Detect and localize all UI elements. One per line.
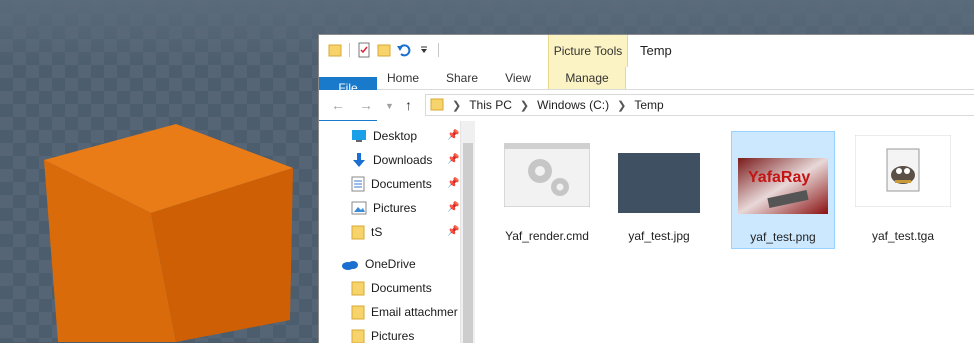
tab-manage[interactable]: Manage <box>548 67 626 89</box>
file-item-yaf-render-cmd[interactable]: Yaf_render.cmd <box>495 131 599 249</box>
sidebar-item-label: Documents <box>371 177 432 191</box>
back-arrow-icon[interactable]: ← <box>331 97 345 113</box>
scrollbar-thumb[interactable] <box>463 143 473 343</box>
downloads-icon <box>353 153 365 167</box>
chevron-right-icon[interactable]: ❯ <box>520 99 529 112</box>
file-list[interactable]: Yaf_render.cmd yaf_test.jpg YafaRay yaf_… <box>475 121 974 343</box>
toolbar-separator <box>438 43 439 57</box>
breadcrumb-windows-c[interactable]: Windows (C:) <box>537 98 609 112</box>
pin-icon[interactable]: 📌 <box>447 130 459 141</box>
documents-icon <box>351 176 365 192</box>
breadcrumb-temp[interactable]: Temp <box>634 98 663 112</box>
new-folder-icon[interactable] <box>376 41 392 59</box>
chevron-right-icon[interactable]: ❯ <box>452 99 461 112</box>
folder-icon <box>351 305 365 320</box>
navigation-pane: Desktop 📌 Downloads 📌 Documents 📌 Pictur… <box>319 121 460 343</box>
sidebar-item-onedrive[interactable]: OneDrive <box>341 253 416 275</box>
picture-tools-tab-group: Picture Tools <box>548 35 628 67</box>
sidebar-item-label: tS <box>371 225 383 239</box>
sidebar-item-onedrive-pictures[interactable]: Pictures <box>351 325 414 343</box>
breadcrumb-this-pc[interactable]: This PC <box>469 98 512 112</box>
pin-icon[interactable]: 📌 <box>447 202 459 213</box>
sidebar-item-email-attachments[interactable]: Email attachmer <box>351 301 458 323</box>
gimp-icon <box>855 135 951 207</box>
address-bar[interactable]: ❯ This PC ❯ Windows (C:) ❯ Temp <box>425 94 974 116</box>
chevron-right-icon[interactable]: ❯ <box>617 99 626 112</box>
sidebar-item-downloads[interactable]: Downloads <box>351 149 432 171</box>
folder-icon <box>430 97 444 114</box>
quick-access-toolbar <box>327 41 441 59</box>
pictures-icon <box>351 201 367 215</box>
file-name: Yaf_render.cmd <box>505 229 589 243</box>
tab-view[interactable]: View <box>493 67 543 89</box>
window-title: Temp <box>640 43 672 58</box>
sidebar-item-onedrive-documents[interactable]: Documents <box>351 277 432 299</box>
ribbon-tabs: File Home Share View Manage <box>319 67 974 195</box>
toolbar-separator <box>349 43 350 57</box>
orange-cube[interactable] <box>0 0 320 342</box>
sidebar-item-label: Documents <box>371 281 432 295</box>
desktop-icon <box>352 130 366 142</box>
address-row: ← → ▼ ↑ ❯ This PC ❯ Windows (C:) ❯ Temp <box>319 90 974 120</box>
sidebar-item-label: Pictures <box>371 329 415 343</box>
pin-icon[interactable]: 📌 <box>447 178 459 189</box>
png-thumbnail-image: YafaRay <box>738 158 828 214</box>
folder-icon <box>351 281 365 296</box>
pin-icon[interactable]: 📌 <box>447 154 459 165</box>
pin-icon[interactable]: 📌 <box>447 226 459 237</box>
file-item-yaf-test-tga[interactable]: yaf_test.tga <box>851 131 955 249</box>
tab-home[interactable]: Home <box>377 67 429 89</box>
sidebar-item-label: Pictures <box>373 201 417 215</box>
svg-text:YafaRay: YafaRay <box>748 169 810 186</box>
up-arrow-icon[interactable]: ↑ <box>405 97 412 113</box>
customize-toolbar-chevron-down-icon[interactable] <box>416 41 432 59</box>
sidebar-item-desktop[interactable]: Desktop <box>351 125 417 147</box>
sidebar-item-ts[interactable]: tS <box>351 221 382 243</box>
navigation-pane-scrollbar[interactable] <box>460 121 475 343</box>
onedrive-icon <box>342 261 358 270</box>
file-explorer-window[interactable]: Picture Tools Temp File Home Share View … <box>318 34 974 343</box>
jpg-thumbnail-image <box>618 153 700 213</box>
forward-arrow-icon[interactable]: → <box>359 97 373 113</box>
folder-icon <box>351 225 365 240</box>
recent-locations-chevron-down-icon[interactable]: ▼ <box>385 101 394 111</box>
gear-icon <box>504 143 590 207</box>
sidebar-item-pictures[interactable]: Pictures <box>351 197 416 219</box>
properties-icon[interactable] <box>356 41 372 59</box>
sidebar-item-label: OneDrive <box>365 257 416 271</box>
file-item-yaf-test-jpg[interactable]: yaf_test.jpg <box>607 131 711 249</box>
sidebar-item-label: Desktop <box>373 129 418 143</box>
undo-icon[interactable] <box>396 41 412 59</box>
folder-icon <box>351 329 365 343</box>
folder-icon[interactable] <box>327 41 343 59</box>
title-bar[interactable]: Picture Tools Temp <box>319 35 974 67</box>
sidebar-item-documents[interactable]: Documents <box>351 173 432 195</box>
sidebar-item-label: Email attachmer <box>371 305 458 319</box>
file-item-yaf-test-png[interactable]: YafaRay yaf_test.png <box>731 131 835 249</box>
file-name: yaf_test.jpg <box>628 229 690 243</box>
file-name: yaf_test.tga <box>871 229 935 243</box>
file-name: yaf_test.png <box>750 230 816 244</box>
sidebar-item-label: Downloads <box>373 153 433 167</box>
tab-share[interactable]: Share <box>435 67 489 89</box>
